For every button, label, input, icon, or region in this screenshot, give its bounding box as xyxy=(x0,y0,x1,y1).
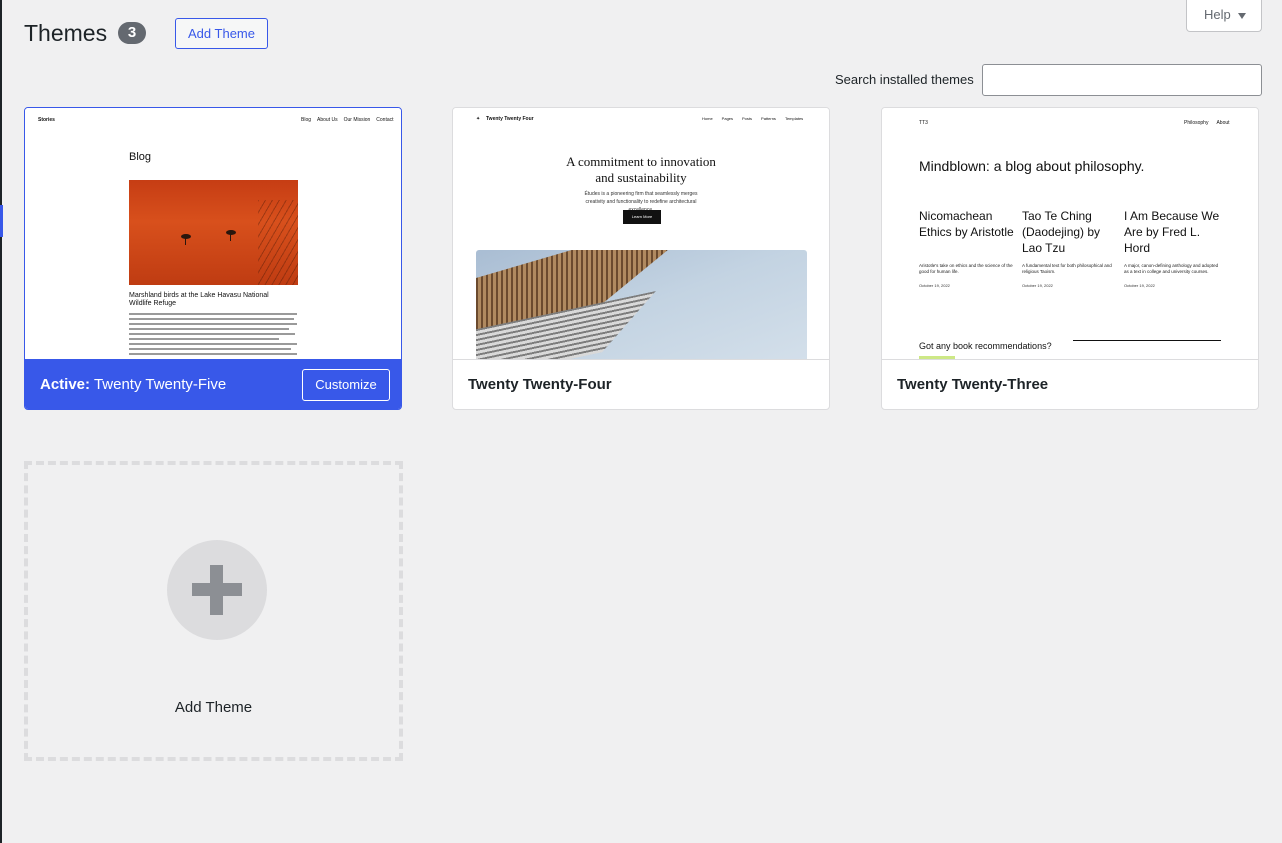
preview-nav-item: About Us xyxy=(317,117,338,123)
preview-nav-item: About xyxy=(1216,120,1230,126)
preview-post-date: October 19, 2022 xyxy=(919,283,950,288)
help-label: Help xyxy=(1204,7,1231,22)
preview-post-title: Tao Te Ching (Daodejing) by Lao Tzu xyxy=(1022,209,1101,255)
preview-post-title: Nicomachean Ethics by Aristotle xyxy=(919,209,1014,239)
preview-divider xyxy=(1073,340,1221,341)
preview-heading: Blog xyxy=(129,151,152,163)
theme-card-twenty-twenty-four[interactable]: ✦ Twenty Twenty Four Home Pages Posts Pa… xyxy=(452,107,830,410)
preview-post-title: Marshland birds at the Lake Havasu Natio… xyxy=(129,292,269,307)
theme-screenshot[interactable]: TT3 Philosophy About Mindblown: a blog a… xyxy=(882,108,1258,360)
preview-nav-item: Blog xyxy=(301,117,312,123)
customize-button[interactable]: Customize xyxy=(302,369,390,401)
preview-post-date: October 19, 2022 xyxy=(1022,283,1053,288)
theme-count-badge: 3 xyxy=(118,22,146,44)
add-theme-button[interactable]: Add Theme xyxy=(175,18,268,49)
preview-nav: Blog About Us Our Mission Contact xyxy=(301,117,394,123)
theme-screenshot[interactable]: ✦ Twenty Twenty Four Home Pages Posts Pa… xyxy=(453,108,829,360)
admin-sidebar-edge xyxy=(0,0,2,843)
plus-icon xyxy=(167,540,267,640)
preview-site-title: TT3 xyxy=(919,120,928,126)
preview-post-date: October 19, 2022 xyxy=(1124,283,1155,288)
help-tab-button[interactable]: Help xyxy=(1186,0,1262,32)
preview-nav-item: Templates xyxy=(784,116,804,121)
bird-shape xyxy=(226,230,236,235)
preview-bird-photo xyxy=(129,180,298,285)
preview-paragraph-lines xyxy=(129,313,297,358)
preview-heading-text: A commitment to innovation and sustainab… xyxy=(566,154,716,185)
preview-post-desc: A fundamental text for both philosophica… xyxy=(1022,263,1112,274)
theme-card-footer: Twenty Twenty-Four xyxy=(453,359,829,409)
preview-architecture-photo xyxy=(476,250,807,359)
preview-nav: Philosophy About xyxy=(1184,120,1230,126)
preview-post-desc: Aristotle's take on ethics and the scien… xyxy=(919,263,1013,274)
caret-down-icon xyxy=(1238,13,1246,19)
preview-nav-item: Home xyxy=(702,116,713,121)
preview-heading: A commitment to innovation and sustainab… xyxy=(453,154,829,186)
preview-post-desc: A major, canon-defining anthology and ad… xyxy=(1124,263,1219,274)
preview-post-title: I Am Because We Are by Fred L. Hord xyxy=(1124,209,1220,255)
plus-bar-vertical xyxy=(210,565,223,615)
theme-card-twenty-twenty-five[interactable]: Stories Blog About Us Our Mission Contac… xyxy=(24,107,402,410)
theme-card-twenty-twenty-three[interactable]: TT3 Philosophy About Mindblown: a blog a… xyxy=(881,107,1259,410)
bird-shape xyxy=(181,234,191,239)
page-title: Themes xyxy=(24,20,108,46)
preview-nav-item: Our Mission xyxy=(343,117,371,123)
search-label: Search installed themes xyxy=(835,72,974,87)
preview-heading: Mindblown: a blog about philosophy. xyxy=(919,158,1145,174)
search-themes-input[interactable] xyxy=(982,64,1262,96)
theme-card-footer: Twenty Twenty-Three xyxy=(882,359,1258,409)
preview-footer-question: Got any book recommendations? xyxy=(919,341,1052,351)
preview-nav-item: Philosophy xyxy=(1184,120,1209,126)
preview-nav-item: Posts xyxy=(742,116,753,121)
bird-leg xyxy=(230,234,231,241)
preview-learn-more-button: Learn More xyxy=(623,210,661,224)
add-new-theme-card[interactable]: Add Theme xyxy=(24,461,403,761)
active-theme-label: Active: Twenty Twenty-Five xyxy=(40,376,226,394)
sidebar-active-marker xyxy=(0,205,3,237)
active-prefix: Active: xyxy=(40,376,91,393)
theme-name: Twenty Twenty-Three xyxy=(897,376,1049,393)
reed-shape xyxy=(258,200,298,285)
preview-nav: Home Pages Posts Patterns Templates xyxy=(702,116,803,121)
preview-site-title: Stories xyxy=(38,117,55,123)
bird-leg xyxy=(185,238,186,245)
add-new-theme-label: Add Theme xyxy=(174,699,253,716)
preview-nav-item: Pages xyxy=(721,116,734,121)
preview-site-title: Twenty Twenty Four xyxy=(486,116,534,122)
preview-nav-item: Patterns xyxy=(761,116,776,121)
preview-logo-icon: ✦ xyxy=(476,116,481,122)
preview-nav-item: Contact xyxy=(376,117,394,123)
theme-name: Twenty Twenty-Four xyxy=(468,376,612,393)
theme-card-footer: Active: Twenty Twenty-Five Customize xyxy=(25,359,401,409)
theme-name: Twenty Twenty-Five xyxy=(93,376,227,393)
theme-screenshot[interactable]: Stories Blog About Us Our Mission Contac… xyxy=(25,108,401,360)
